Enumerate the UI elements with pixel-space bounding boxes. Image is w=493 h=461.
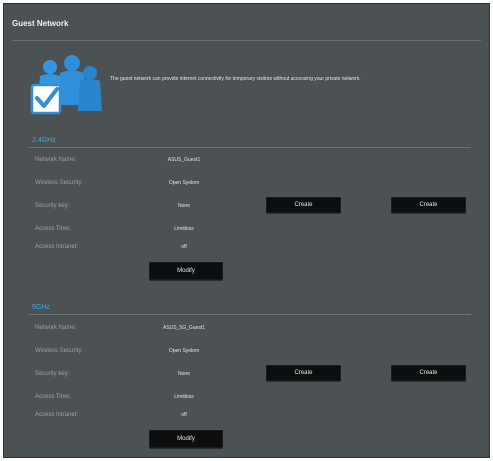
wireless-security-label: Wireless Security: [35,348,84,354]
create-button[interactable]: Create [391,365,466,381]
modify-button[interactable]: Modify [149,430,223,448]
access-intranet-value: off [181,412,187,418]
network-name-label: Network Name: [35,157,77,163]
intro-text: The guest network can provide internet c… [110,76,361,82]
wireless-security-value: Open System [168,348,200,354]
guest-users-checkmark-icon [30,55,102,115]
create-button[interactable]: Create [266,365,341,381]
page-title: Guest Network [12,19,69,28]
wireless-security-label: Wireless Security: [35,180,84,186]
band-2ghz-label: 2.4GHz [32,137,56,144]
access-intranet-label: Access Intranet: [35,244,79,250]
title-divider [12,40,481,41]
access-time-value: Limitless [174,226,194,232]
create-button[interactable]: Create [391,197,466,213]
access-intranet-label: Access Intranet: [35,412,79,418]
security-key-label: Security key: [35,203,70,209]
band-5ghz-label: 5GHz [32,304,50,311]
guest-network-panel: Guest Network The guest network can prov… [3,3,490,458]
access-time-label: Access Time: [35,226,71,232]
access-intranet-value: off [181,244,187,250]
access-time-value: Limitless [174,394,194,400]
modify-button[interactable]: Modify [149,262,223,280]
wireless-security-value: Open System [168,180,200,186]
security-key-value: None [178,203,190,209]
security-key-value: None [178,371,190,377]
security-key-label: Security key: [35,371,70,377]
band-5ghz-divider [28,314,471,315]
band-2ghz-divider [28,147,471,148]
network-name-value: ASUS_Guest1 [167,157,201,163]
access-time-label: Access Time: [35,394,71,400]
create-button[interactable]: Create [266,197,341,213]
network-name-label: Network Name: [35,325,77,331]
network-name-value: ASUS_5G_Guest1 [163,325,205,331]
